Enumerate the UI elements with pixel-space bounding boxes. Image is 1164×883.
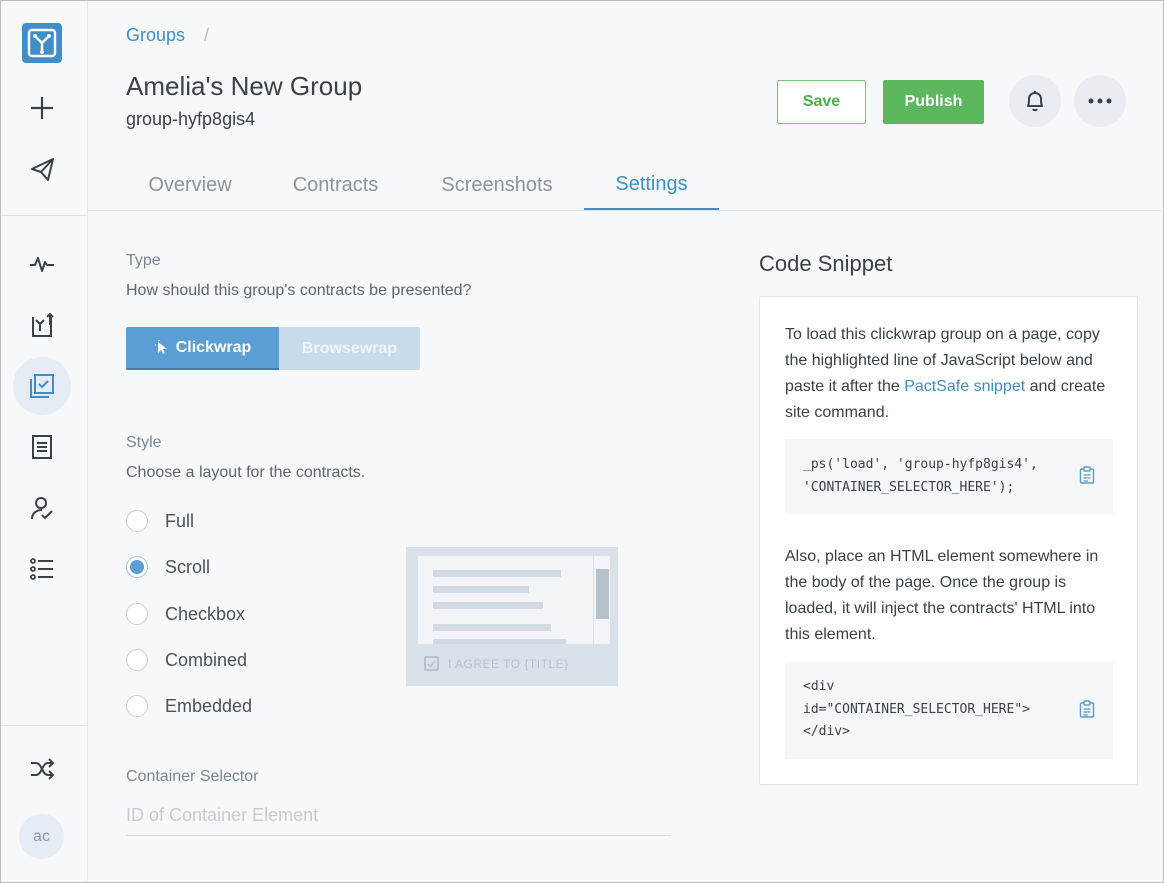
radio-label: Scroll	[165, 556, 211, 577]
group-key: group-hyfp8gis4	[126, 109, 256, 129]
style-option-scroll[interactable]: Scroll	[126, 555, 210, 579]
pactsafe-logo-icon[interactable]	[22, 23, 62, 63]
preview-agree: I AGREE TO {TITLE}	[424, 656, 569, 671]
snippet-intro: To load this clickwrap group on a page, …	[785, 322, 1120, 426]
preview-line	[433, 586, 529, 593]
type-description: How should this group's contracts be pre…	[126, 282, 472, 299]
list-icon[interactable]	[13, 540, 71, 598]
clipboard-icon[interactable]	[1079, 700, 1095, 727]
sidebar-divider	[1, 215, 87, 216]
breadcrumb: Groups /	[126, 25, 209, 46]
code-block-container[interactable]: <div id="CONTAINER_SELECTOR_HERE"> </div…	[785, 662, 1113, 759]
avatar[interactable]: ac	[19, 814, 64, 859]
code-line: </div>	[803, 724, 850, 739]
preview-scroll-thumb	[596, 569, 609, 619]
browsewrap-option[interactable]: Browsewrap	[279, 327, 420, 370]
type-label: Type	[126, 252, 161, 269]
sidebar: ac	[1, 1, 88, 882]
save-button[interactable]: Save	[777, 80, 866, 124]
tab-contracts[interactable]: Contracts	[273, 161, 398, 210]
shuffle-icon[interactable]	[13, 740, 71, 798]
signer-icon[interactable]	[13, 479, 71, 537]
radio-button[interactable]	[126, 695, 148, 717]
style-option-full[interactable]: Full	[126, 509, 194, 533]
preview-line	[433, 624, 551, 631]
activity-icon[interactable]	[13, 235, 71, 293]
code-line: _ps('load', 'group-hyfp8gis4',	[803, 457, 1038, 472]
more-options-icon[interactable]	[1074, 75, 1126, 127]
sidebar-divider	[1, 725, 87, 726]
tab-screenshots[interactable]: Screenshots	[418, 161, 576, 210]
code-line: <div	[803, 679, 835, 694]
radio-label: Combined	[165, 649, 248, 670]
contracts-upload-icon[interactable]	[13, 296, 71, 354]
code-snippet-card: To load this clickwrap group on a page, …	[759, 296, 1138, 785]
preview-line	[433, 639, 566, 644]
style-description: Choose a layout for the contracts.	[126, 464, 366, 481]
breadcrumb-groups-link[interactable]: Groups	[126, 25, 185, 45]
code-block-load[interactable]: _ps('load', 'group-hyfp8gis4', 'CONTAINE…	[785, 439, 1113, 514]
style-option-embedded[interactable]: Embedded	[126, 694, 252, 718]
style-label: Style	[126, 434, 162, 451]
bell-icon[interactable]	[1009, 75, 1061, 127]
breadcrumb-separator: /	[204, 25, 210, 45]
tab-overview[interactable]: Overview	[126, 161, 254, 210]
style-option-combined[interactable]: Combined	[126, 648, 247, 672]
container-selector-input[interactable]	[126, 796, 671, 836]
pactsafe-snippet-link[interactable]: PactSafe snippet	[904, 378, 1025, 395]
container-selector-label: Container Selector	[126, 768, 259, 785]
plus-icon[interactable]	[13, 79, 71, 137]
publish-button[interactable]: Publish	[883, 80, 984, 124]
preview-agree-text: I AGREE TO {TITLE}	[448, 656, 569, 671]
radio-button[interactable]	[126, 649, 148, 671]
radio-button[interactable]	[126, 603, 148, 625]
radio-button[interactable]	[126, 556, 148, 578]
code-snippet-title: Code Snippet	[759, 251, 893, 276]
cursor-click-icon	[154, 339, 167, 354]
checkbox-icon	[424, 656, 439, 671]
preview-line	[433, 602, 543, 609]
radio-button[interactable]	[126, 510, 148, 532]
code-line: 'CONTAINER_SELECTOR_HERE');	[803, 479, 1015, 495]
radio-dot	[130, 560, 144, 574]
clickwrap-option[interactable]: Clickwrap	[126, 327, 279, 370]
type-segmented-control: Clickwrap Browsewrap	[126, 327, 420, 370]
style-preview: I AGREE TO {TITLE}	[406, 547, 618, 686]
tab-settings[interactable]: Settings	[584, 161, 719, 210]
radio-label: Full	[165, 510, 195, 531]
snippet-middle-text: Also, place an HTML element somewhere in…	[785, 548, 1099, 643]
code-line: id="CONTAINER_SELECTOR_HERE">	[803, 701, 1030, 717]
clipboard-icon[interactable]	[1079, 466, 1095, 493]
page-title: Amelia's New Group	[126, 71, 363, 101]
style-option-checkbox[interactable]: Checkbox	[126, 602, 245, 626]
preview-line	[433, 570, 561, 577]
radio-label: Checkbox	[165, 603, 246, 624]
groups-icon[interactable]	[13, 357, 71, 415]
send-icon[interactable]	[13, 140, 71, 198]
clickwrap-label: Clickwrap	[175, 338, 252, 356]
tab-bar: Overview Contracts Screenshots Settings	[88, 161, 1164, 211]
document-icon[interactable]	[13, 418, 71, 476]
radio-label: Embedded	[165, 695, 253, 716]
